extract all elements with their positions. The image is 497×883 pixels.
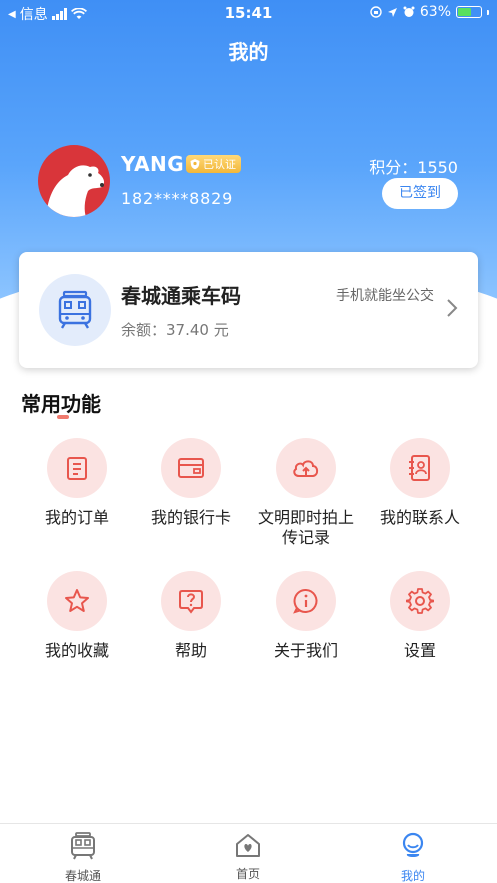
battery-percent: 63%	[419, 4, 451, 20]
function-settings[interactable]: 设置	[360, 571, 480, 661]
order-icon	[67, 457, 87, 480]
rotation-lock-icon	[370, 6, 382, 18]
function-label: 帮助	[174, 641, 207, 660]
function-label: 我的银行卡	[150, 508, 231, 527]
help-icon-wrap	[161, 571, 221, 631]
bottom-tab-bar: 春城通 首页 我的	[0, 823, 497, 883]
tab-chengchengtong[interactable]: 春城通	[33, 832, 133, 883]
page-title: 我的	[228, 40, 269, 64]
status-bar: ◀ 信息 15:41 63%	[0, 0, 497, 26]
section-title-underline	[57, 415, 69, 419]
points-label[interactable]: 积分：1550	[369, 154, 458, 178]
mine-icon	[402, 832, 424, 857]
contacts-icon-wrap	[390, 438, 450, 498]
function-my-contacts[interactable]: 我的联系人	[360, 438, 480, 528]
tab-label: 首页	[235, 867, 260, 881]
bus-card-slogan: 手机就能坐公交	[336, 288, 434, 304]
common-functions-title: 常用功能	[21, 392, 101, 416]
function-civilized-photo-upload[interactable]: 文明即时拍上传记录	[246, 438, 366, 548]
location-icon	[387, 7, 397, 17]
upload-cloud-icon-wrap	[276, 438, 336, 498]
function-label: 我的订单	[44, 508, 109, 527]
chevron-right-icon	[447, 299, 458, 317]
verified-badge: 已认证	[186, 155, 241, 173]
bus-code-icon-wrap	[39, 274, 111, 346]
gear-icon	[406, 588, 434, 614]
contacts-icon	[409, 455, 430, 481]
verified-label: 已认证	[203, 158, 236, 171]
signed-in-button[interactable]: 已签到	[382, 178, 458, 209]
user-phone: 182****8829	[121, 189, 234, 208]
bank-card-icon-wrap	[161, 438, 221, 498]
function-my-favorites[interactable]: 我的收藏	[17, 571, 137, 661]
tab-label: 春城通	[64, 869, 101, 883]
function-about-us[interactable]: 关于我们	[246, 571, 366, 661]
function-label: 我的收藏	[44, 641, 109, 660]
battery-tip	[487, 9, 489, 15]
star-icon-wrap	[47, 571, 107, 631]
alarm-icon	[403, 6, 415, 17]
order-icon-wrap	[47, 438, 107, 498]
tab-label: 我的	[400, 869, 425, 883]
avatar[interactable]	[38, 145, 110, 217]
help-icon	[179, 590, 203, 614]
bus-icon	[58, 290, 92, 329]
star-icon	[65, 589, 89, 612]
polar-bear-avatar-icon	[46, 165, 105, 217]
gear-icon-wrap	[390, 571, 450, 631]
tab-home[interactable]: 首页	[198, 832, 298, 882]
function-label: 设置	[403, 641, 436, 660]
bus-code-title: 春城通乘车码	[121, 284, 241, 308]
bus-icon	[71, 832, 95, 860]
function-label: 文明即时拍上传记录	[257, 508, 354, 547]
function-label: 关于我们	[273, 641, 338, 660]
function-my-bank-cards[interactable]: 我的银行卡	[131, 438, 251, 528]
home-icon	[236, 834, 260, 857]
info-icon-wrap	[276, 571, 336, 631]
battery-icon	[456, 6, 482, 18]
upload-cloud-icon	[293, 460, 319, 477]
function-help[interactable]: 帮助	[131, 571, 251, 661]
function-label: 我的联系人	[379, 508, 460, 527]
status-right: 63%	[370, 4, 489, 20]
user-name: YANG	[121, 152, 185, 176]
bank-card-icon	[178, 458, 204, 478]
info-icon	[293, 588, 318, 614]
bus-code-card[interactable]: 春城通乘车码 余额：37.40 元 手机就能坐公交	[19, 252, 478, 368]
tab-mine[interactable]: 我的	[363, 832, 463, 883]
function-my-orders[interactable]: 我的订单	[17, 438, 137, 528]
verified-shield-icon	[190, 159, 200, 170]
bus-card-balance: 余额：37.40 元	[121, 321, 229, 339]
